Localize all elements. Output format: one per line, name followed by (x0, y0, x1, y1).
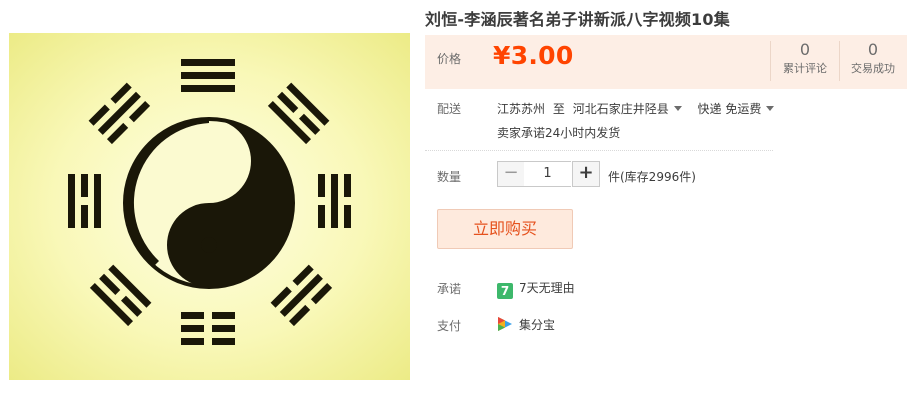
shipping-label: 配送 (437, 102, 462, 116)
payment-label: 支付 (437, 319, 462, 333)
quantity-input[interactable] (524, 161, 571, 187)
sales-count-stat[interactable]: 0 交易成功 (843, 39, 903, 77)
quantity-decrease-button[interactable]: − (497, 161, 525, 187)
sales-count-label: 交易成功 (851, 62, 895, 75)
price-value: ¥3.00 (493, 41, 574, 70)
quantity-increase-button[interactable]: + (572, 161, 600, 187)
guarantee-item[interactable]: 7 7天无理由 (497, 279, 575, 299)
stat-divider (839, 41, 840, 81)
shipping-destination-select[interactable]: 河北石家庄井陉县 (573, 102, 686, 116)
price-label: 价格 (437, 52, 462, 66)
shipping-promise: 卖家承诺24小时内发货 (497, 126, 621, 140)
payment-text: 集分宝 (519, 318, 556, 332)
shipping-to-word: 至 (552, 102, 565, 116)
shipping-route: 江苏苏州 至 河北石家庄井陉县 快递 免运费 (497, 100, 775, 117)
buy-now-button[interactable]: 立即购买 (437, 209, 573, 249)
stock-text: 件(库存2996件) (608, 170, 696, 184)
shipping-method-select[interactable]: 快递 免运费 (698, 102, 775, 116)
sales-count: 0 (867, 40, 879, 59)
bagua-yin-yang-picture (68, 59, 351, 345)
review-count-label: 累计评论 (783, 62, 827, 75)
shipping-method: 快递 免运费 (697, 102, 762, 116)
jifenbao-icon (497, 316, 513, 332)
seven-day-return-icon: 7 (497, 283, 513, 299)
payment-item[interactable]: 集分宝 (497, 316, 555, 333)
quantity-label: 数量 (437, 170, 462, 184)
shipping-destination: 河北石家庄井陉县 (572, 102, 669, 116)
shipping-origin: 江苏苏州 (497, 102, 546, 116)
product-title: 刘恒-李涵辰著名弟子讲新派八字视频10集 (425, 10, 730, 29)
guarantee-text: 7天无理由 (519, 281, 575, 295)
chevron-down-icon (673, 106, 682, 111)
review-count-stat[interactable]: 0 累计评论 (775, 39, 835, 77)
chevron-down-icon (766, 106, 775, 111)
product-image[interactable] (9, 33, 410, 380)
stat-divider (770, 41, 771, 81)
price-panel: 价格 ¥3.00 0 累计评论 0 交易成功 (425, 35, 907, 89)
section-divider (425, 150, 773, 151)
quantity-stepper: − + (497, 161, 600, 187)
guarantee-label: 承诺 (437, 282, 462, 296)
review-count: 0 (799, 40, 811, 59)
